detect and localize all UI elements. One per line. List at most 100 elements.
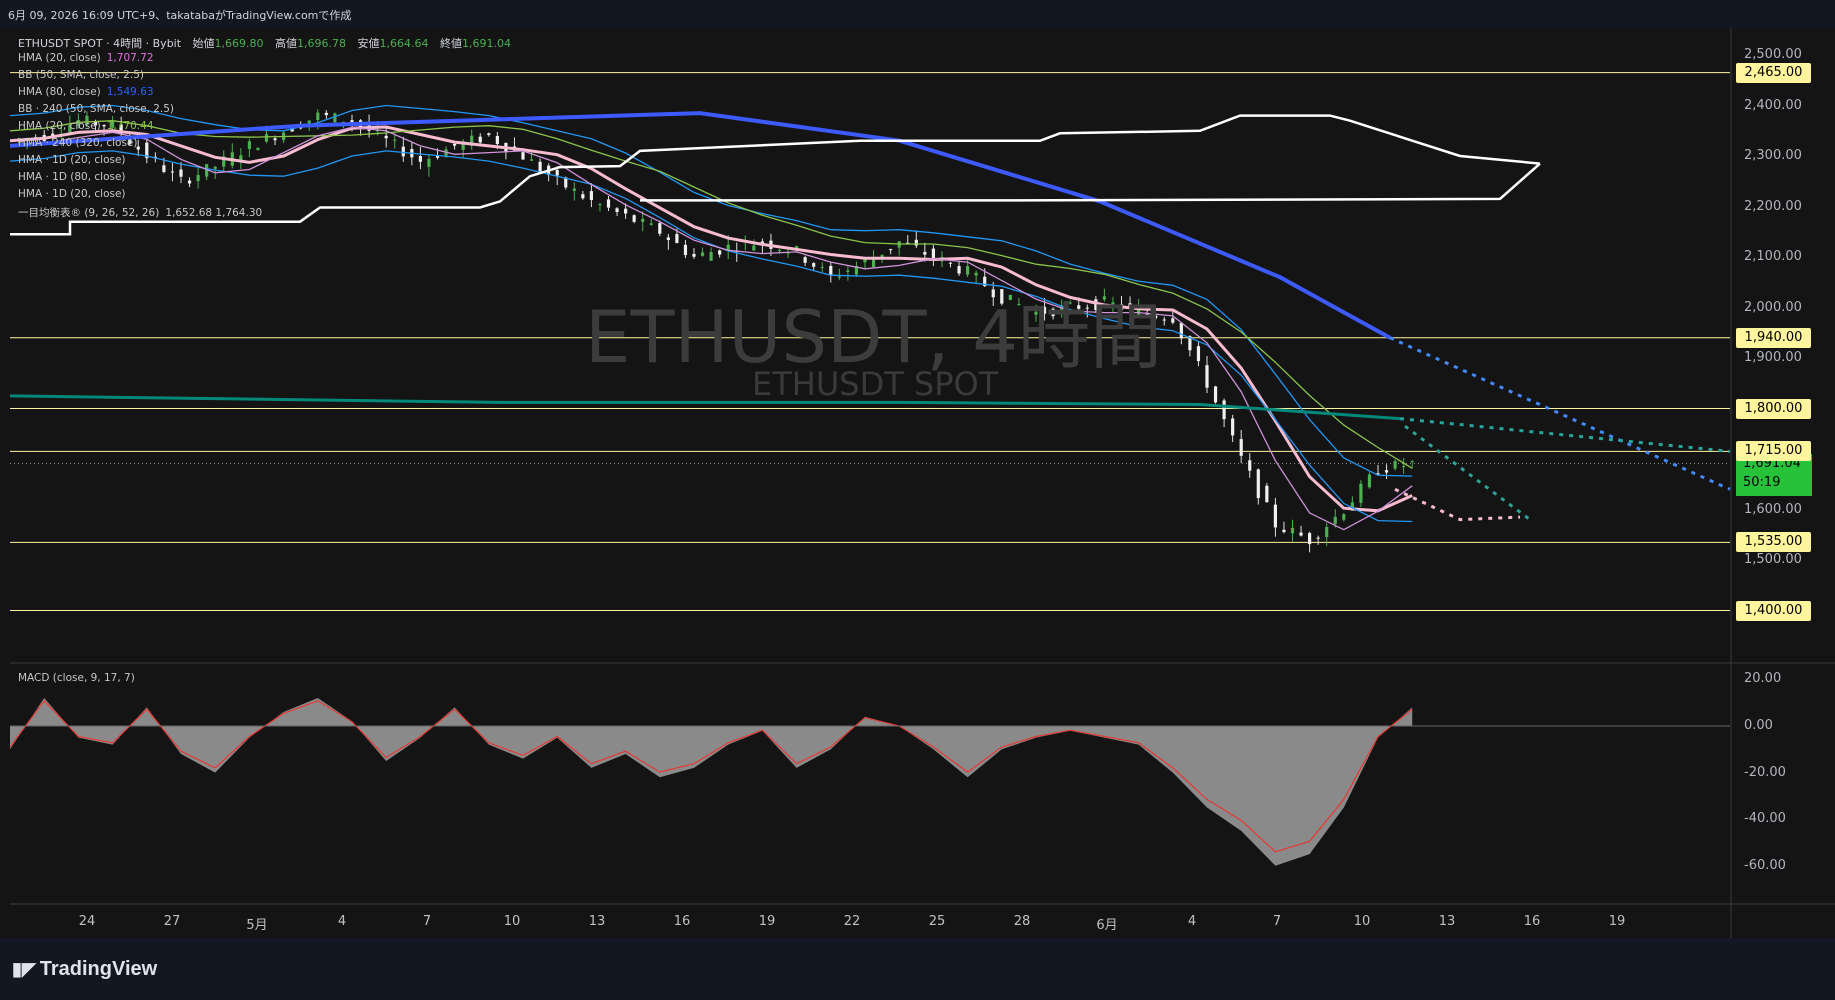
indicator-name: BB (50, SMA, close, 2.5) — [18, 69, 144, 81]
candle-body — [889, 249, 893, 251]
indicator-value: 1,770.44 — [106, 120, 154, 132]
candle-countdown: 50:19 — [1743, 475, 1781, 490]
indicator-value: 1,707.72 — [106, 52, 154, 64]
candle-body — [777, 250, 782, 252]
candle-body — [1316, 537, 1320, 539]
candle-body — [957, 266, 961, 274]
candle-body — [170, 171, 175, 173]
time-tick-label: 7 — [1272, 914, 1282, 929]
macd-tick-label: -40.00 — [1744, 811, 1786, 827]
candle-body — [820, 266, 824, 268]
level-price-label: 2,465.00 — [1736, 62, 1811, 83]
macd-histogram — [10, 698, 1413, 866]
candle-body — [829, 265, 833, 276]
candle-body — [572, 188, 576, 191]
indicator-value: 1,549.63 — [106, 86, 154, 98]
hma-80-projection — [1389, 336, 1731, 491]
time-tick-label: 4 — [337, 914, 347, 929]
candle-body — [521, 152, 525, 160]
candle-body — [1222, 400, 1226, 420]
candle-body — [675, 234, 679, 243]
indicator-name: HMA · 1D (20, close) — [18, 188, 126, 200]
candle-body — [974, 272, 978, 276]
candle-body — [1384, 470, 1389, 473]
indicator-legend-item[interactable]: HMA · 1D (20, close) — [18, 188, 126, 200]
level-price-label: 1,400.00 — [1736, 600, 1811, 621]
time-tick-label: 19 — [1608, 914, 1626, 929]
indicator-name: HMA (20, close) — [18, 52, 101, 64]
symbol-label[interactable]: ETHUSDT SPOT · 4時間 · Bybit — [18, 37, 181, 50]
candle-body — [1342, 514, 1346, 520]
indicator-legend-item[interactable]: BB (50, SMA, close, 2.5) — [18, 69, 144, 81]
time-tick-label: 24 — [78, 914, 96, 929]
indicator-legend-item[interactable]: HMA · 240 (320, close) — [18, 137, 137, 149]
hma-projection — [1394, 487, 1521, 522]
indicator-name: 一目均衡表® (9, 26, 52, 26) — [18, 207, 160, 219]
indicator-legend-item[interactable]: BB · 240 (50, SMA, close, 2.5) — [18, 103, 174, 115]
candle-body — [1290, 527, 1295, 534]
candle-body — [615, 208, 619, 212]
candle-body — [589, 191, 593, 200]
macd-tick-label: 0.00 — [1744, 718, 1773, 733]
price-tick-label: 2,000.00 — [1744, 299, 1802, 315]
candle-body — [1393, 461, 1397, 469]
time-tick-label: 4 — [1187, 914, 1197, 929]
candle-body — [1213, 386, 1218, 403]
candle-body — [598, 204, 602, 206]
candle-body — [666, 237, 670, 240]
high-value: 1,696.78 — [297, 37, 347, 50]
indicator-legend-item[interactable]: HMA (80, close) 1,549.63 — [18, 86, 154, 98]
price-tick-label: 1,500.00 — [1744, 552, 1802, 567]
macd-tick-label: -20.00 — [1744, 764, 1786, 780]
candle-body — [418, 155, 422, 162]
price-tick-label: 2,300.00 — [1744, 148, 1802, 163]
watermark-subtitle: ETHUSDT SPOT — [752, 365, 999, 403]
price-tick-label: 2,200.00 — [1744, 198, 1802, 214]
time-tick-label: 16 — [1523, 914, 1541, 929]
footer — [0, 938, 1835, 1000]
tradingview-logo[interactable]: ▮◤ TradingView — [12, 958, 157, 981]
candle-body — [752, 245, 756, 251]
time-tick-label: 5月 — [246, 918, 268, 933]
level-price-label: 1,800.00 — [1736, 398, 1811, 419]
candle-body — [1231, 418, 1235, 436]
candle-body — [213, 166, 217, 169]
ohlc-header: ETHUSDT SPOT · 4時間 · Bybit 始値1,669.80 高値… — [18, 35, 511, 51]
candle-body — [384, 135, 388, 139]
indicator-name: HMA · 1D (80, close) — [18, 171, 126, 183]
open-value: 1,669.80 — [214, 37, 264, 50]
candle-body — [1299, 532, 1303, 536]
price-chart[interactable] — [0, 0, 1835, 1000]
time-tick-label: 7 — [422, 914, 432, 929]
candle-body — [1205, 365, 1209, 388]
time-tick-label: 16 — [673, 914, 691, 929]
tradingview-logo-icon: ▮◤ — [12, 959, 36, 979]
indicator-legend-item[interactable]: HMA (20, close) 1,770.44 — [18, 120, 154, 132]
candle-body — [846, 270, 850, 272]
close-label: 終値 — [440, 37, 462, 50]
price-tick-label: 2,100.00 — [1744, 249, 1802, 264]
candle-body — [649, 223, 653, 225]
indicator-legend-item[interactable]: HMA · 1D (80, close) — [18, 171, 126, 183]
time-tick-label: 13 — [1438, 914, 1456, 929]
candle-body — [966, 266, 970, 275]
level-price-label: 1,535.00 — [1736, 532, 1811, 553]
candle-body — [307, 120, 311, 124]
candle-body — [1239, 439, 1243, 456]
indicator-legend-item[interactable]: 一目均衡表® (9, 26, 52, 26) 1,652.68 1,764.30 — [18, 205, 262, 220]
indicator-legend-item[interactable]: HMA · 1D (20, close) — [18, 154, 126, 166]
candle-body — [247, 141, 251, 149]
candle-body — [316, 112, 320, 121]
indicator-name: HMA · 240 (320, close) — [18, 137, 138, 149]
indicator-name: HMA (80, close) — [18, 86, 101, 98]
hma-240-projection — [1399, 417, 1731, 453]
candle-body — [529, 159, 534, 161]
indicator-name: BB · 240 (50, SMA, close, 2.5) — [18, 103, 175, 115]
candle-body — [187, 180, 192, 184]
candle-body — [1256, 469, 1260, 499]
indicator-legend-item[interactable]: HMA (20, close) 1,707.72 — [18, 52, 154, 64]
price-tick-label: 1,900.00 — [1744, 350, 1802, 365]
candle-body — [273, 138, 277, 141]
candle-body — [1273, 504, 1277, 528]
level-price-label: 1,940.00 — [1736, 327, 1811, 348]
